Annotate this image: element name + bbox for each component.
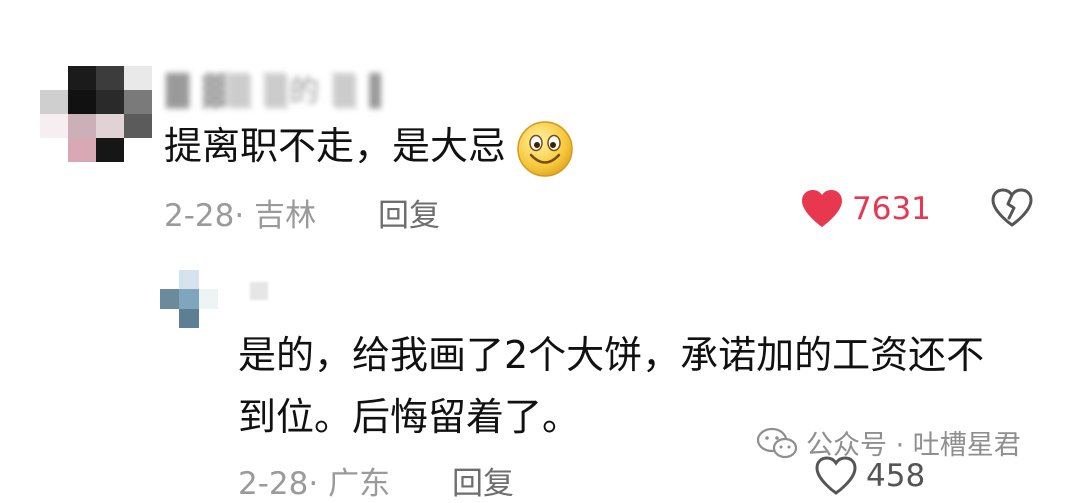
avatar[interactable]	[40, 66, 152, 162]
reply-date-location: 2-28· 广东	[238, 466, 391, 502]
username[interactable]: █ ▓▒ ▒的 ▒ ▌	[166, 66, 395, 110]
reply-username[interactable]: ▒	[250, 282, 268, 300]
comment-text: 提离职不走，是大忌	[164, 115, 506, 177]
comment-text-content: 提离职不走，是大忌	[164, 124, 507, 168]
broken-heart-icon[interactable]	[990, 188, 1034, 228]
like-count: 7631	[852, 191, 931, 227]
reply-button[interactable]: 回复	[378, 190, 440, 235]
smiley-emoji-icon	[517, 121, 573, 177]
heart-outline-icon	[815, 456, 857, 495]
reply-like-count: 458	[866, 458, 926, 494]
comment-date-location: 2-28· 吉林	[164, 198, 317, 234]
wechat-icon	[756, 427, 798, 458]
like-button[interactable]: 7631	[800, 189, 931, 229]
reply-text-line1: 是的，给我画了2个大饼，承诺加的工资还不	[238, 333, 985, 377]
reply-reply-button[interactable]: 回复	[452, 458, 514, 503]
reply-like-button[interactable]: 458	[814, 456, 925, 496]
heart-filled-icon	[802, 190, 842, 227]
reply-avatar[interactable]	[160, 270, 218, 328]
